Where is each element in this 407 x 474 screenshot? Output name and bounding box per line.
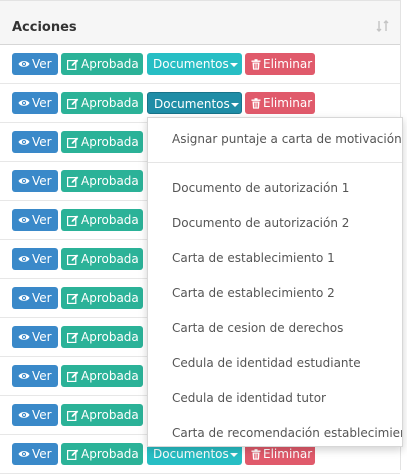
table-row: Ver Aprobada Documentos Eliminar <box>0 45 400 84</box>
ver-button[interactable]: Ver <box>12 53 58 75</box>
ver-button-label: Ver <box>32 330 52 344</box>
aprobada-button[interactable]: Aprobada <box>61 131 143 153</box>
ver-button-label: Ver <box>32 135 52 149</box>
dropdown-item[interactable]: Documento de autorización 2 <box>172 216 349 230</box>
eye-icon <box>18 217 30 223</box>
dropdown-item[interactable]: Carta de establecimiento 2 <box>172 286 335 300</box>
eliminar-button-label: Eliminar <box>263 57 313 71</box>
dropdown-item[interactable]: Carta de recomendación establecimiento <box>172 426 402 440</box>
eye-icon <box>18 61 30 67</box>
ver-button-label: Ver <box>32 369 52 383</box>
ver-button[interactable]: Ver <box>12 443 58 465</box>
aprobada-button-label: Aprobada <box>81 408 139 422</box>
dropdown-item[interactable]: Asignar puntaje a carta de motivación <box>172 132 402 146</box>
edit-icon <box>67 371 79 382</box>
eye-icon <box>18 100 30 106</box>
trash-icon <box>251 98 261 109</box>
trash-icon <box>251 449 261 460</box>
ver-button[interactable]: Ver <box>12 209 58 231</box>
dropdown-divider <box>148 162 402 163</box>
aprobada-button[interactable]: Aprobada <box>61 404 143 426</box>
dropdown-item[interactable]: Cedula de identidad tutor <box>172 391 326 405</box>
ver-button-label: Ver <box>32 213 52 227</box>
eye-icon <box>18 373 30 379</box>
ver-button-label: Ver <box>32 447 52 461</box>
aprobada-button-label: Aprobada <box>81 96 139 110</box>
edit-icon <box>67 98 79 109</box>
ver-button-label: Ver <box>32 408 52 422</box>
documentos-dropdown-button[interactable]: Documentos <box>147 53 242 75</box>
eliminar-button-label: Eliminar <box>263 96 313 110</box>
aprobada-button[interactable]: Aprobada <box>61 209 143 231</box>
edit-icon <box>67 293 79 304</box>
eliminar-button[interactable]: Eliminar <box>245 92 315 114</box>
edit-icon <box>67 410 79 421</box>
ver-button[interactable]: Ver <box>12 92 58 114</box>
trash-icon <box>251 59 261 70</box>
aprobada-button-label: Aprobada <box>81 57 139 71</box>
documentos-button-label: Documentos <box>154 97 230 111</box>
ver-button[interactable]: Ver <box>12 170 58 192</box>
ver-button[interactable]: Ver <box>12 365 58 387</box>
ver-button[interactable]: Ver <box>12 404 58 426</box>
documentos-dropdown-menu: Asignar puntaje a carta de motivación Doc… <box>147 117 403 447</box>
edit-icon <box>67 254 79 265</box>
eye-icon <box>18 451 30 457</box>
ver-button-label: Ver <box>32 252 52 266</box>
documentos-dropdown-button[interactable]: Documentos <box>147 92 242 114</box>
aprobada-button[interactable]: Aprobada <box>61 53 143 75</box>
ver-button[interactable]: Ver <box>12 131 58 153</box>
dropdown-item[interactable]: Documento de autorización 1 <box>172 181 349 195</box>
edit-icon <box>67 215 79 226</box>
aprobada-button[interactable]: Aprobada <box>61 365 143 387</box>
eye-icon <box>18 334 30 340</box>
aprobada-button-label: Aprobada <box>81 330 139 344</box>
aprobada-button-label: Aprobada <box>81 213 139 227</box>
eye-icon <box>18 295 30 301</box>
eliminar-button[interactable]: Eliminar <box>245 53 315 75</box>
aprobada-button-label: Aprobada <box>81 447 139 461</box>
column-title-acciones: Acciones <box>12 20 77 35</box>
documentos-button-label: Documentos <box>153 57 229 71</box>
aprobada-button-label: Aprobada <box>81 369 139 383</box>
eye-icon <box>18 256 30 262</box>
aprobada-button[interactable]: Aprobada <box>61 170 143 192</box>
edit-icon <box>67 137 79 148</box>
aprobada-button[interactable]: Aprobada <box>61 92 143 114</box>
ver-button[interactable]: Ver <box>12 248 58 270</box>
aprobada-button[interactable]: Aprobada <box>61 287 143 309</box>
sort-icon[interactable] <box>376 19 390 33</box>
eye-icon <box>18 139 30 145</box>
ver-button-label: Ver <box>32 96 52 110</box>
ver-button-label: Ver <box>32 174 52 188</box>
aprobada-button-label: Aprobada <box>81 291 139 305</box>
caret-down-icon <box>230 453 238 457</box>
aprobada-button-label: Aprobada <box>81 135 139 149</box>
edit-icon <box>67 449 79 460</box>
edit-icon <box>67 176 79 187</box>
dropdown-item[interactable]: Carta de establecimiento 1 <box>172 251 335 265</box>
eye-icon <box>18 412 30 418</box>
ver-button-label: Ver <box>32 57 52 71</box>
table-header[interactable]: Acciones <box>0 0 400 45</box>
edit-icon <box>67 332 79 343</box>
caret-down-icon <box>230 63 238 67</box>
aprobada-button[interactable]: Aprobada <box>61 326 143 348</box>
ver-button[interactable]: Ver <box>12 326 58 348</box>
dropdown-item[interactable]: Cedula de identidad estudiante <box>172 356 361 370</box>
dropdown-item[interactable]: Carta de cesion de derechos <box>172 321 343 335</box>
aprobada-button-label: Aprobada <box>81 252 139 266</box>
caret-down-icon <box>231 103 239 107</box>
aprobada-button-label: Aprobada <box>81 174 139 188</box>
aprobada-button[interactable]: Aprobada <box>61 248 143 270</box>
ver-button[interactable]: Ver <box>12 287 58 309</box>
ver-button-label: Ver <box>32 291 52 305</box>
aprobada-button[interactable]: Aprobada <box>61 443 143 465</box>
edit-icon <box>67 59 79 70</box>
eye-icon <box>18 178 30 184</box>
